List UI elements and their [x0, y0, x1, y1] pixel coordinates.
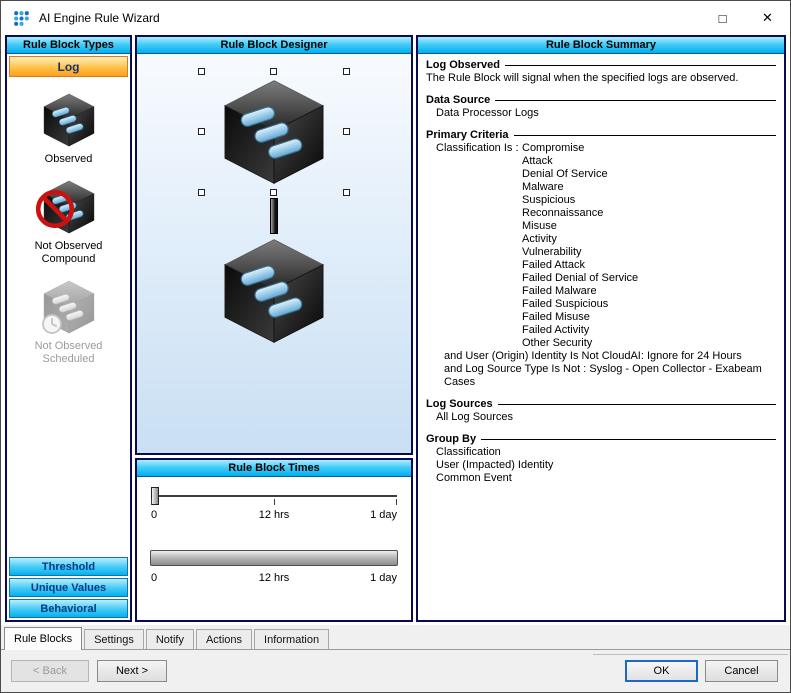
next-button[interactable]: Next >	[97, 660, 167, 682]
threshold-button[interactable]: Threshold	[9, 557, 128, 576]
slider-labels: 0 12 hrs 1 day	[151, 572, 397, 586]
classification-values: Compromise Attack Denial Of Service Malw…	[522, 142, 638, 350]
summary-content: Log Observed The Rule Block will signal …	[418, 54, 784, 489]
type-item-not-observed-compound[interactable]: Not Observed Compound	[7, 178, 130, 266]
cancel-button[interactable]: Cancel	[705, 660, 778, 682]
clock-icon	[40, 312, 64, 336]
slider-labels: 0 12 hrs 1 day	[151, 509, 397, 523]
summary-description: The Rule Block will signal when the spec…	[426, 72, 776, 85]
scheduled-cube-icon	[40, 278, 98, 336]
selected-rule-block[interactable]	[198, 68, 350, 196]
type-item-label: Not Observed Scheduled	[29, 340, 109, 366]
not-observed-cube-icon	[40, 178, 98, 236]
maximize-button[interactable]: □	[700, 1, 745, 35]
group-by-value: User (Impacted) Identity	[426, 459, 776, 472]
log-sources-value: All Log Sources	[426, 411, 776, 424]
rule-block-times-panel: Rule Block Times 0 12 hrs 1 day	[135, 458, 413, 622]
summary-section-log-observed: Log Observed	[426, 59, 776, 72]
bottom-tabstrip: Rule Blocks Settings Notify Actions Info…	[1, 625, 790, 650]
slider-ticks	[151, 499, 397, 506]
type-item-label: Observed	[45, 153, 93, 166]
rule-block-types-header: Rule Block Types	[7, 37, 130, 54]
ok-button[interactable]: OK	[625, 660, 698, 682]
classification-label: Classification Is :	[436, 142, 522, 350]
resize-handle[interactable]	[343, 189, 350, 196]
resize-handle[interactable]	[270, 189, 277, 196]
summary-section-data-source: Data Source	[426, 94, 776, 107]
slider-range-bar[interactable]	[150, 550, 398, 566]
slider-track[interactable]	[151, 557, 397, 560]
behavioral-button[interactable]: Behavioral	[9, 599, 128, 618]
back-button[interactable]: < Back	[11, 660, 89, 682]
classification-criteria: Classification Is : Compromise Attack De…	[426, 142, 776, 350]
type-category-buttons: Threshold Unique Values Behavioral	[7, 555, 130, 620]
tab-information[interactable]: Information	[254, 629, 329, 649]
time-slider-1[interactable]: 0 12 hrs 1 day	[151, 495, 397, 523]
rule-block-designer-panel: Rule Block Designer	[135, 35, 413, 455]
type-log-button[interactable]: Log	[9, 56, 128, 77]
slider-track[interactable]	[151, 495, 397, 497]
type-item-not-observed-scheduled[interactable]: Not Observed Scheduled	[7, 278, 130, 366]
summary-section-group-by: Group By	[426, 433, 776, 446]
prohibition-icon	[34, 188, 76, 230]
summary-section-log-sources: Log Sources	[426, 398, 776, 411]
rule-block-times-header: Rule Block Times	[137, 460, 411, 477]
resize-handle[interactable]	[270, 68, 277, 75]
rule-block-summary-header: Rule Block Summary	[418, 37, 784, 54]
slider-label: 0	[151, 572, 157, 584]
slider-label: 12 hrs	[259, 572, 290, 584]
designer-canvas[interactable]	[137, 54, 411, 453]
resize-handle[interactable]	[198, 128, 205, 135]
tab-notify[interactable]: Notify	[146, 629, 194, 649]
rule-block-summary-panel: Rule Block Summary Log Observed The Rule…	[416, 35, 786, 622]
data-source-value: Data Processor Logs	[426, 107, 776, 120]
unique-values-button[interactable]: Unique Values	[9, 578, 128, 597]
tab-settings[interactable]: Settings	[84, 629, 144, 649]
rule-block-cube-icon[interactable]	[217, 234, 331, 348]
summary-section-primary-criteria: Primary Criteria	[426, 129, 776, 142]
slider-label: 1 day	[370, 572, 397, 584]
type-item-label: Not Observed Compound	[29, 240, 109, 266]
rule-block-cube-icon	[217, 75, 331, 189]
resize-handle[interactable]	[343, 68, 350, 75]
group-by-value: Common Event	[426, 472, 776, 485]
criteria-extra-line: and User (Origin) Identity Is Not CloudA…	[426, 350, 776, 363]
slider-label: 12 hrs	[259, 509, 290, 521]
type-item-observed[interactable]: Observed	[7, 91, 130, 166]
main-area: Rule Block Types Log Observed Not Observ…	[1, 35, 790, 625]
window-title: AI Engine Rule Wizard	[39, 11, 160, 25]
resize-handle[interactable]	[198, 189, 205, 196]
block-connector	[270, 198, 278, 234]
footer: < Back Next > OK Cancel	[1, 650, 790, 692]
resize-handle[interactable]	[198, 68, 205, 75]
titlebar: AI Engine Rule Wizard □ ✕	[1, 1, 790, 35]
ai-engine-rule-wizard-window: AI Engine Rule Wizard □ ✕ Rule Block Typ…	[0, 0, 791, 693]
tab-actions[interactable]: Actions	[196, 629, 252, 649]
close-button[interactable]: ✕	[745, 1, 790, 35]
group-by-value: Classification	[426, 446, 776, 459]
middle-column: Rule Block Designer	[135, 35, 413, 622]
tab-rule-blocks[interactable]: Rule Blocks	[4, 627, 82, 650]
slider-label: 1 day	[370, 509, 397, 521]
rule-block-types-panel: Rule Block Types Log Observed Not Observ…	[5, 35, 132, 622]
rule-block-designer-header: Rule Block Designer	[137, 37, 411, 54]
footer-separator	[593, 654, 788, 655]
slider-label: 0	[151, 509, 157, 521]
resize-handle[interactable]	[343, 128, 350, 135]
observed-cube-icon	[40, 91, 98, 149]
time-slider-2[interactable]: 0 12 hrs 1 day	[151, 557, 397, 586]
app-logo-icon	[13, 10, 30, 27]
criteria-extra-line: and Log Source Type Is Not : Syslog - Op…	[426, 363, 776, 389]
